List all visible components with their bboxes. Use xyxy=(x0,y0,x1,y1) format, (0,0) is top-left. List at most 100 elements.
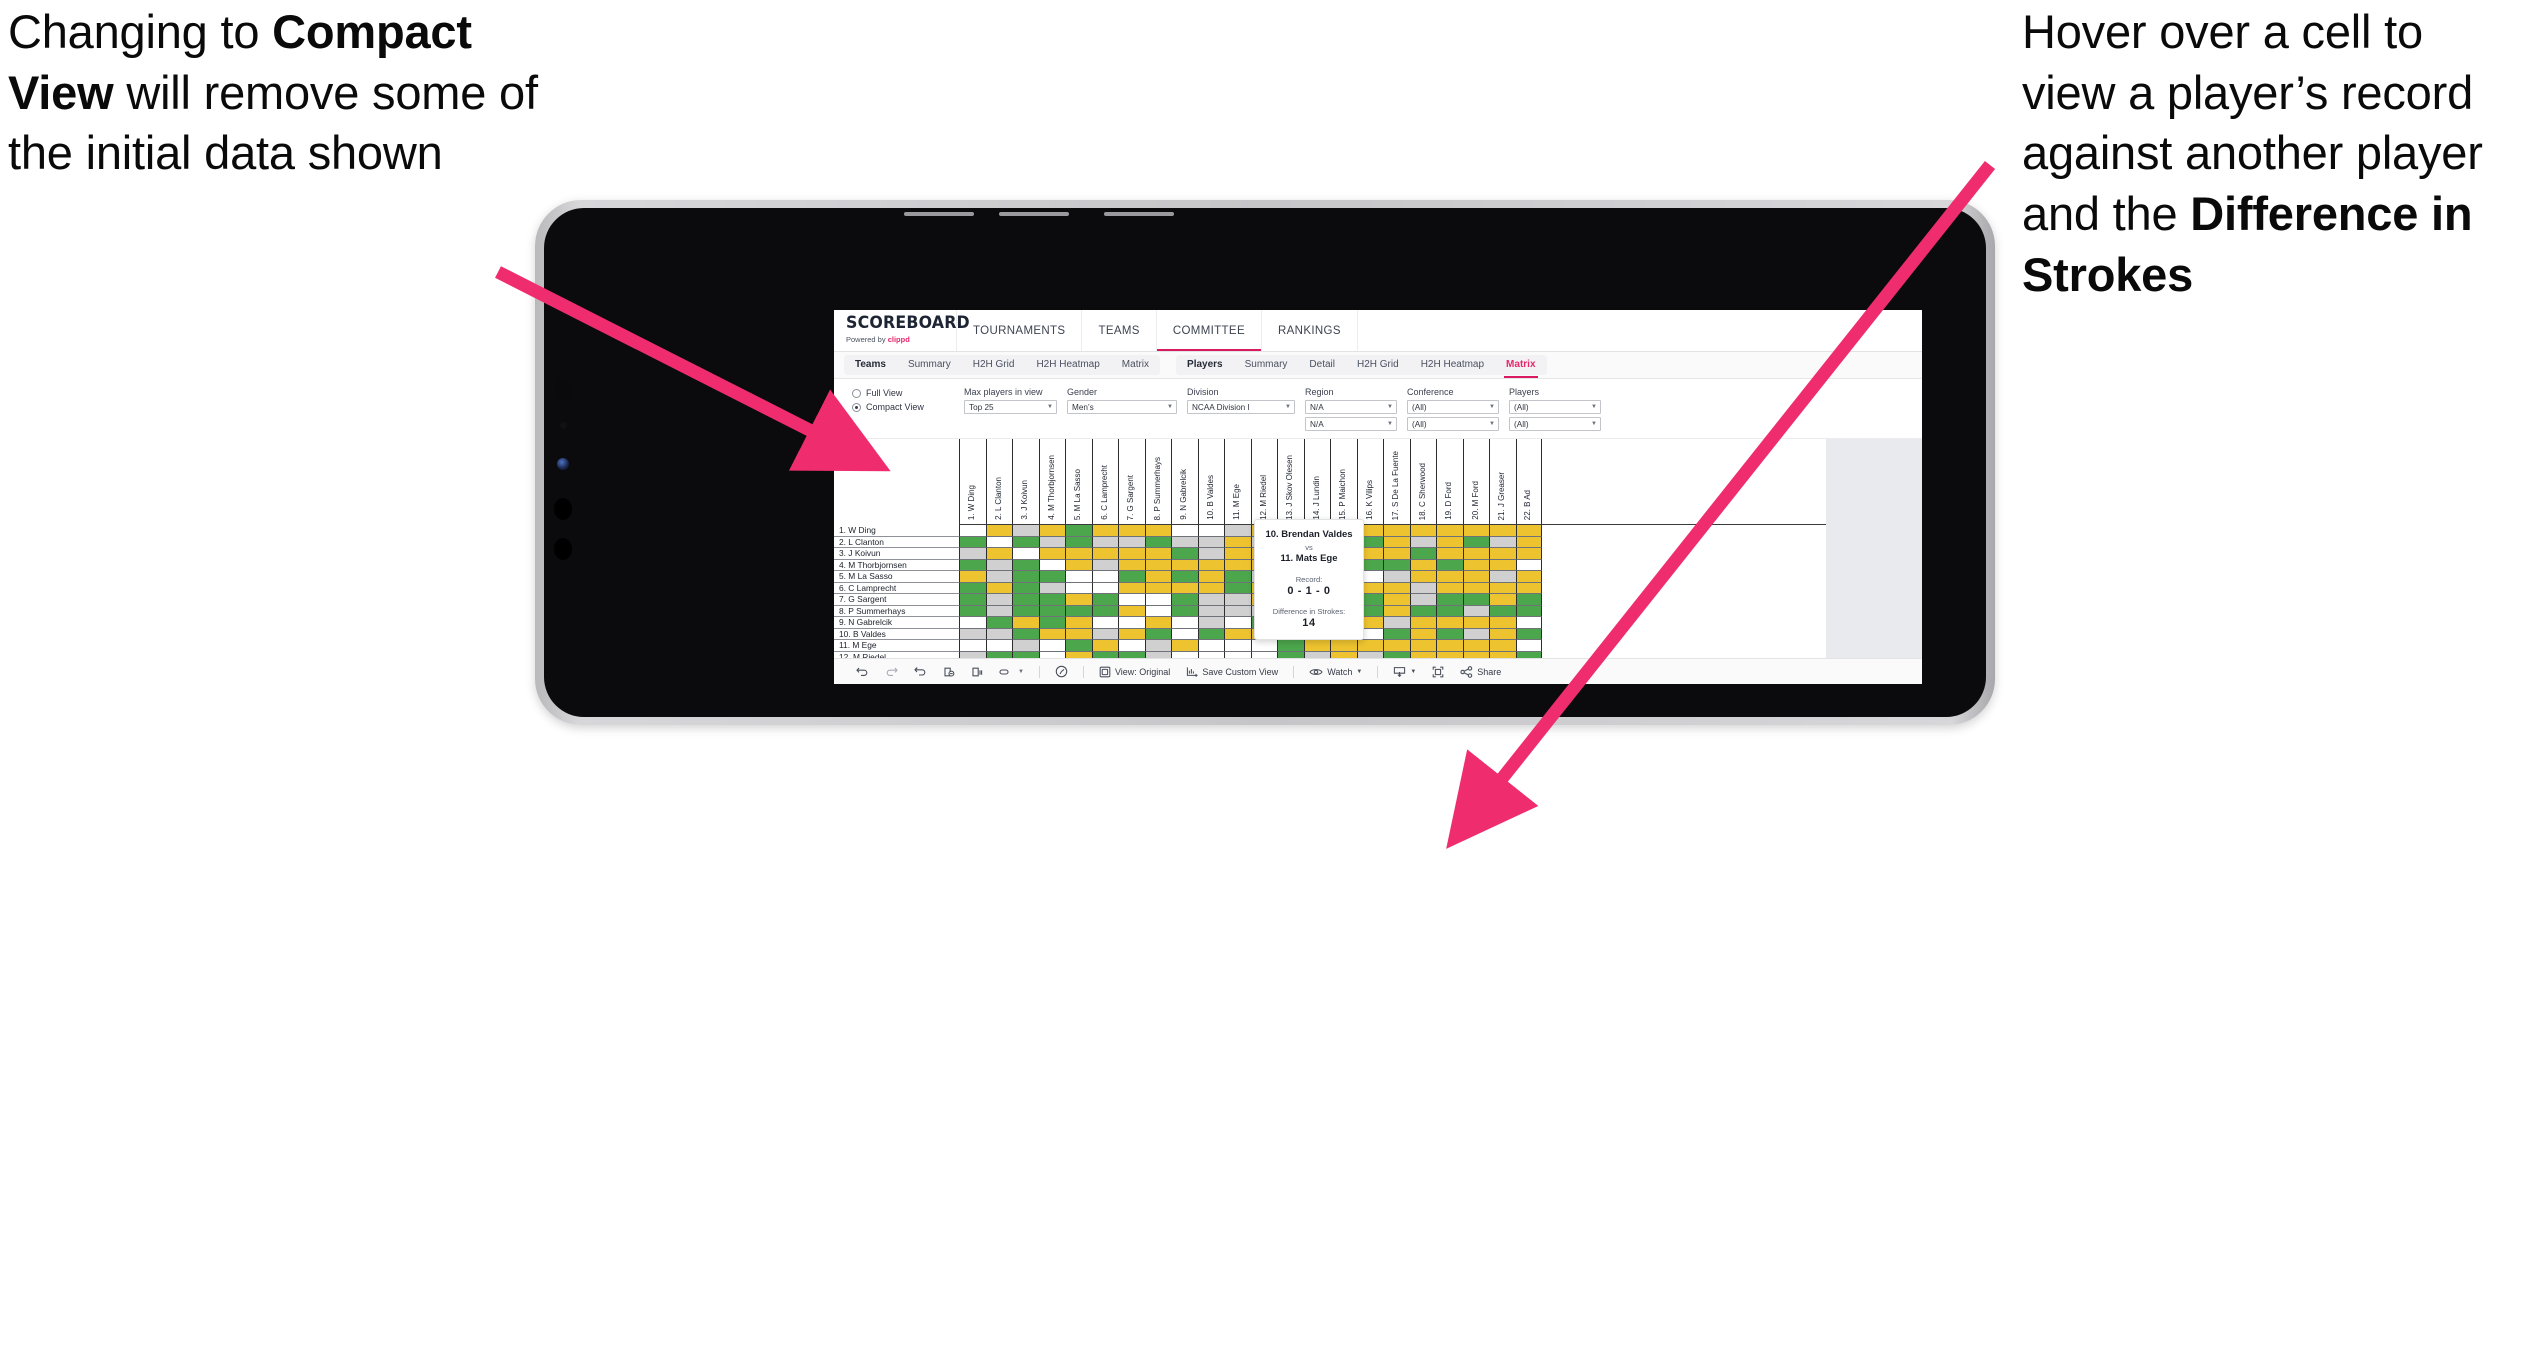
redo-button[interactable] xyxy=(877,666,906,677)
matrix-row-label[interactable]: 7. G Sargent xyxy=(834,594,959,606)
matrix-cell[interactable] xyxy=(959,628,986,640)
matrix-col-header[interactable]: 14. J Lundin xyxy=(1303,439,1331,524)
matrix-cell[interactable] xyxy=(1091,571,1118,583)
matrix-cell[interactable] xyxy=(1012,548,1039,560)
subnav-teams-h2h-grid[interactable]: H2H Grid xyxy=(962,355,1026,375)
matrix-cell[interactable] xyxy=(1012,628,1039,640)
nav-item-committee[interactable]: COMMITTEE xyxy=(1156,310,1262,351)
matrix-row[interactable]: 1. W Ding xyxy=(834,525,1922,537)
matrix-row[interactable]: 4. M Thorbjornsen xyxy=(834,559,1922,571)
subnav-players-h2h-grid[interactable]: H2H Grid xyxy=(1346,355,1410,375)
matrix-cell[interactable] xyxy=(1144,536,1171,548)
matrix-col-header[interactable]: 10. B Valdes xyxy=(1197,439,1225,524)
matrix-cell[interactable] xyxy=(1383,640,1410,652)
matrix-cell[interactable] xyxy=(1462,617,1489,629)
matrix-cell[interactable] xyxy=(1515,559,1542,571)
select-gender[interactable]: Men’s ▼ xyxy=(1067,400,1177,414)
matrix-col-header[interactable]: 17. S De La Fuente xyxy=(1383,439,1410,524)
matrix-cell[interactable] xyxy=(1489,628,1516,640)
matrix-cell[interactable] xyxy=(1489,548,1516,560)
matrix-cell[interactable] xyxy=(1065,605,1092,617)
matrix-cell[interactable] xyxy=(1224,571,1251,583)
brand-logo[interactable]: SCOREBOARD Powered by clippd xyxy=(834,310,970,351)
matrix-cell[interactable] xyxy=(1118,525,1145,537)
matrix-cell[interactable] xyxy=(1436,548,1463,560)
matrix-row[interactable]: 9. N Gabrelcik xyxy=(834,617,1922,629)
matrix-cell[interactable] xyxy=(1409,525,1436,537)
matrix-cell[interactable] xyxy=(1462,640,1489,652)
matrix-cell[interactable] xyxy=(1383,582,1410,594)
matrix-cell[interactable] xyxy=(1171,617,1198,629)
matrix-cell[interactable] xyxy=(1462,605,1489,617)
matrix-cell[interactable] xyxy=(1091,548,1118,560)
matrix-cell[interactable] xyxy=(1065,628,1092,640)
fullscreen-button[interactable] xyxy=(1424,666,1452,678)
matrix-row-label[interactable]: 1. W Ding xyxy=(834,525,959,537)
matrix-row[interactable]: 8. P Summerhays xyxy=(834,605,1922,617)
matrix-col-header[interactable]: 21. J Greaser xyxy=(1489,439,1516,524)
matrix-cell[interactable] xyxy=(1171,594,1198,606)
matrix-cell[interactable] xyxy=(1038,628,1065,640)
matrix-cell[interactable] xyxy=(1436,525,1463,537)
matrix-cell[interactable] xyxy=(1118,548,1145,560)
matrix-cell[interactable] xyxy=(1197,605,1224,617)
matrix-row[interactable]: 2. L Clanton xyxy=(834,536,1922,548)
matrix-cell[interactable] xyxy=(1197,559,1224,571)
matrix-cell[interactable] xyxy=(1038,640,1065,652)
matrix-cell[interactable] xyxy=(1171,605,1198,617)
matrix-cell[interactable] xyxy=(1091,582,1118,594)
matrix-cell[interactable] xyxy=(1065,617,1092,629)
matrix-cell[interactable] xyxy=(1091,617,1118,629)
matrix-cell[interactable] xyxy=(1118,536,1145,548)
matrix-cell[interactable] xyxy=(1383,536,1410,548)
matrix-cell[interactable] xyxy=(1065,640,1092,652)
download-button[interactable]: ▼ xyxy=(1385,666,1424,678)
undo-button[interactable] xyxy=(848,666,877,677)
matrix-cell[interactable] xyxy=(1144,571,1171,583)
matrix-cell[interactable] xyxy=(959,640,986,652)
matrix-col-header[interactable]: 5. M La Sasso xyxy=(1065,439,1092,524)
select-players-1[interactable]: (All) ▼ xyxy=(1509,400,1601,414)
matrix-cell[interactable] xyxy=(1144,628,1171,640)
matrix-cell[interactable] xyxy=(1065,559,1092,571)
subnav-players-matrix[interactable]: Matrix xyxy=(1495,355,1546,378)
select-players-2[interactable]: (All) ▼ xyxy=(1509,417,1601,431)
matrix-cell[interactable] xyxy=(1250,640,1277,652)
matrix-cell[interactable] xyxy=(1144,605,1171,617)
matrix-cell[interactable] xyxy=(1197,594,1224,606)
matrix-cell[interactable] xyxy=(1038,594,1065,606)
matrix-row-label[interactable]: 9. N Gabrelcik xyxy=(834,617,959,629)
matrix-col-header[interactable]: 7. G Sargent xyxy=(1118,439,1145,524)
matrix-cell[interactable] xyxy=(1489,525,1516,537)
matrix-cell[interactable] xyxy=(985,525,1012,537)
matrix-cell[interactable] xyxy=(959,536,986,548)
matrix-cell[interactable] xyxy=(1171,640,1198,652)
matrix-col-header[interactable]: 9. N Gabrelcik xyxy=(1171,439,1198,524)
matrix-col-header[interactable]: 22. B Ad xyxy=(1515,439,1542,524)
matrix-cell[interactable] xyxy=(1409,536,1436,548)
subnav-teams-summary[interactable]: Summary xyxy=(897,355,962,375)
radio-icon-compact-view[interactable] xyxy=(852,402,861,412)
matrix-cell[interactable] xyxy=(985,559,1012,571)
matrix-cell[interactable] xyxy=(1383,617,1410,629)
matrix-cell[interactable] xyxy=(1012,640,1039,652)
subnav-players-h2h-heatmap[interactable]: H2H Heatmap xyxy=(1410,355,1495,375)
matrix-col-header[interactable]: 18. C Sherwood xyxy=(1409,439,1437,524)
matrix-cell[interactable] xyxy=(1012,536,1039,548)
matrix-cell[interactable] xyxy=(1038,548,1065,560)
matrix-row-label[interactable]: 11. M Ege xyxy=(834,640,959,652)
matrix-cell[interactable] xyxy=(1038,536,1065,548)
matrix-cell[interactable] xyxy=(1436,582,1463,594)
matrix-col-header[interactable]: 20. M Ford xyxy=(1462,439,1490,524)
matrix-cell[interactable] xyxy=(1224,617,1251,629)
matrix-cell[interactable] xyxy=(1144,617,1171,629)
matrix-cell[interactable] xyxy=(1462,525,1489,537)
matrix-cell[interactable] xyxy=(1515,594,1542,606)
matrix-cell[interactable] xyxy=(1436,571,1463,583)
matrix-cell[interactable] xyxy=(1091,559,1118,571)
matrix-cell[interactable] xyxy=(985,571,1012,583)
view-original-button[interactable]: View: Original xyxy=(1091,666,1178,678)
matrix-cell[interactable] xyxy=(1436,640,1463,652)
matrix-cell[interactable] xyxy=(1144,548,1171,560)
matrix-cell[interactable] xyxy=(1038,617,1065,629)
